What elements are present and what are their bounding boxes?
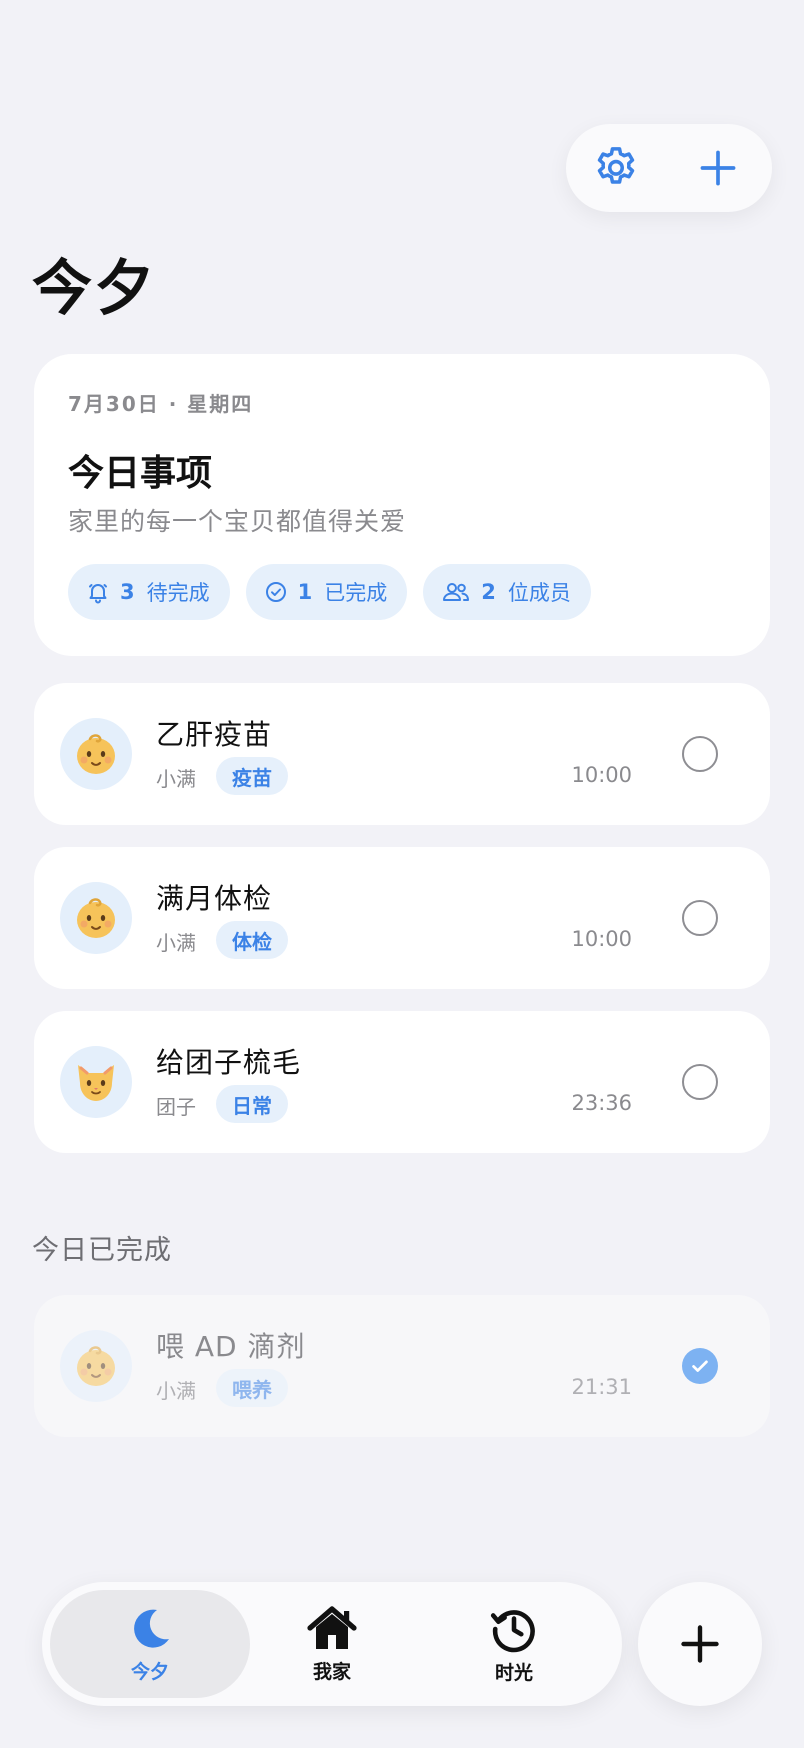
task-person: 小满 [156, 1379, 196, 1403]
settings-button[interactable] [590, 142, 642, 194]
completed-section-title: 今日已完成 [32, 1235, 172, 1266]
pending-count: 3 [120, 580, 135, 604]
people-icon [443, 583, 470, 601]
plus-icon [681, 1625, 719, 1663]
task-checkbox-checked[interactable] [682, 1348, 718, 1384]
members-chip[interactable]: 2 位成员 [423, 564, 591, 620]
tab-bar: 今夕 我家 时光 [42, 1582, 622, 1706]
task-time: 21:31 [571, 1375, 632, 1399]
top-action-pill [566, 124, 772, 212]
house-icon [307, 1605, 357, 1649]
today-screen: 今夕 7月30日 · 星期四 今日事项 家里的每一个宝贝都值得关爱 3 待完成 … [0, 0, 804, 1748]
tab-today-label: 今夕 [130, 1660, 169, 1683]
baby-icon [77, 898, 115, 938]
cat-icon [78, 1065, 114, 1101]
completed-chip[interactable]: 1 已完成 [245, 564, 408, 620]
cat-avatar [60, 1046, 132, 1118]
summary-subtitle: 家里的每一个宝贝都值得关爱 [68, 507, 407, 536]
members-count: 2 [481, 580, 496, 604]
task-person: 小满 [156, 767, 196, 791]
baby-icon [77, 1346, 115, 1386]
completed-count: 1 [297, 580, 313, 604]
completed-label: 已完成 [324, 581, 388, 605]
task-title: 满月体检 [156, 882, 273, 915]
baby-avatar [60, 1330, 132, 1402]
task-title: 乙肝疫苗 [156, 718, 273, 751]
gear-icon [597, 147, 635, 184]
task-title: 喂 AD 滴剂 [156, 1330, 306, 1363]
floating-add-button[interactable] [638, 1582, 762, 1706]
summary-card: 7月30日 · 星期四 今日事项 家里的每一个宝贝都值得关爱 3 待完成 1 已… [34, 354, 770, 656]
task-title: 给团子梳毛 [156, 1046, 302, 1079]
baby-icon [77, 734, 115, 774]
task-checkbox[interactable] [682, 736, 718, 772]
task-checkbox[interactable] [682, 900, 718, 936]
members-label: 位成员 [507, 581, 571, 605]
task-card[interactable]: 满月体检 小满 体检 10:00 [34, 847, 770, 989]
task-checkbox[interactable] [682, 1064, 718, 1100]
checkmark-icon [692, 1360, 708, 1372]
check-circle-icon [265, 582, 286, 602]
task-card[interactable]: 乙肝疫苗 小满 疫苗 10:00 [34, 683, 770, 825]
tab-history-label: 时光 [494, 1661, 533, 1684]
task-time: 23:36 [571, 1091, 632, 1115]
task-tag: 疫苗 [216, 757, 288, 795]
history-clock-icon [490, 1609, 535, 1652]
baby-avatar [60, 882, 132, 954]
task-time: 10:00 [571, 927, 632, 951]
pending-label: 待完成 [146, 581, 210, 605]
completed-task-card[interactable]: 喂 AD 滴剂 小满 喂养 21:31 [34, 1295, 770, 1437]
baby-avatar [60, 718, 132, 790]
summary-chips: 3 待完成 1 已完成 2 位成员 [68, 564, 591, 620]
task-tag: 日常 [216, 1085, 288, 1123]
plus-icon [700, 150, 736, 186]
task-tag: 喂养 [216, 1369, 288, 1407]
task-time: 10:00 [571, 763, 632, 787]
tab-today[interactable]: 今夕 [50, 1590, 250, 1698]
task-person: 小满 [156, 931, 196, 955]
task-card[interactable]: 给团子梳毛 团子 日常 23:36 [34, 1011, 770, 1153]
add-button[interactable] [692, 142, 744, 194]
bell-icon [89, 584, 107, 604]
task-tag: 体检 [216, 921, 288, 959]
page-title: 今夕 [32, 254, 156, 324]
moon-icon [134, 1609, 169, 1648]
task-person: 团子 [156, 1095, 196, 1119]
tab-history[interactable]: 时光 [414, 1590, 614, 1698]
date-label: 7月30日 · 星期四 [68, 392, 254, 416]
summary-heading: 今日事项 [68, 453, 213, 494]
tab-home-label: 我家 [312, 1660, 351, 1683]
pending-chip[interactable]: 3 待完成 [68, 564, 230, 620]
tab-home[interactable]: 我家 [232, 1590, 432, 1698]
